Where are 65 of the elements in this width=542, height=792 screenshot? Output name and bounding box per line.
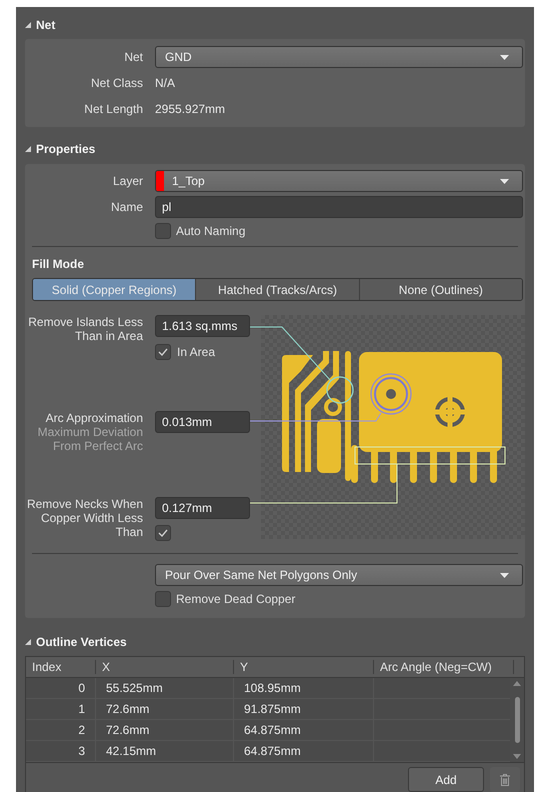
table-row[interactable]: 3 42.15mm 64.875mm <box>26 741 510 762</box>
table-cell: 108.95mm <box>234 678 374 698</box>
field-label: Remove Necks When Copper Width Less Than <box>26 497 143 539</box>
scrollbar-thumb[interactable] <box>514 697 520 743</box>
checkbox[interactable] <box>155 525 171 541</box>
field-label: Net <box>123 50 143 64</box>
layer-dropdown[interactable]: 1_Top <box>155 170 523 192</box>
checkmark-icon <box>158 348 168 356</box>
add-button[interactable]: Add <box>408 767 484 792</box>
checkbox-label: Remove Dead Copper <box>176 591 296 608</box>
field-label: Layer <box>112 174 143 188</box>
value-input[interactable]: 0.127mm <box>155 497 250 519</box>
checkbox[interactable] <box>155 591 171 607</box>
section-title: Outline Vertices <box>36 634 127 651</box>
checkbox-label: Auto Naming <box>176 223 246 240</box>
collapse-caret-icon[interactable] <box>25 639 31 645</box>
fill-mode-tab[interactable]: None (Outlines) <box>358 279 522 300</box>
table-cell: 42.15mm <box>96 741 234 761</box>
table-cell: 0 <box>26 678 96 698</box>
net-dropdown[interactable]: GND <box>155 46 523 68</box>
scroll-up-icon[interactable] <box>513 681 521 686</box>
table-cell: 55.525mm <box>96 678 234 698</box>
collapse-caret-icon[interactable] <box>25 146 31 152</box>
column-header[interactable]: Y <box>234 660 374 674</box>
value-input[interactable]: 1.613 sq.mms <box>155 315 250 337</box>
field-label: Remove Islands Less Than in Area <box>27 315 143 343</box>
field-hint: Maximum Deviation From Perfect Arc <box>36 425 143 453</box>
value-input[interactable]: 0.013mm <box>155 411 250 433</box>
table-row[interactable]: 0 55.525mm 108.95mm <box>26 678 510 699</box>
delete-button[interactable] <box>490 767 520 792</box>
fill-mode-title: Fill Mode <box>31 256 85 273</box>
table-cell: 2 <box>26 720 96 740</box>
trash-icon <box>500 774 510 786</box>
checkbox-label: In Area <box>177 344 216 361</box>
table-cell: 72.6mm <box>96 699 234 719</box>
table-cell: 1 <box>26 699 96 719</box>
table-cell: 64.875mm <box>234 741 374 761</box>
dropdown-arrow-icon <box>500 572 509 578</box>
fill-mode-tab[interactable]: Hatched (Tracks/Arcs) <box>195 279 359 300</box>
name-input[interactable]: pl <box>155 196 523 218</box>
field-value: N/A <box>155 75 176 92</box>
section-title: Net <box>36 17 56 34</box>
table-cell: 72.6mm <box>96 720 234 740</box>
field-label: Net Length <box>83 102 143 116</box>
checkbox[interactable] <box>155 223 171 239</box>
checkbox[interactable] <box>155 344 171 360</box>
table-cell: 64.875mm <box>234 720 374 740</box>
section-title: Properties <box>36 141 96 158</box>
collapse-caret-icon[interactable] <box>25 22 31 28</box>
field-value: 2955.927mm <box>155 101 226 118</box>
table-cell: 91.875mm <box>234 699 374 719</box>
table-cell: 3 <box>26 741 96 761</box>
pour-option-dropdown[interactable]: Pour Over Same Net Polygons Only <box>155 564 523 586</box>
field-label: Arc Approximation <box>44 411 143 425</box>
scroll-down-icon[interactable] <box>513 754 521 759</box>
column-header[interactable]: X <box>96 660 234 674</box>
table-row[interactable]: 1 72.6mm 91.875mm <box>26 699 510 720</box>
checkmark-icon <box>158 529 168 537</box>
column-header[interactable]: Arc Angle (Neg=CW) <box>374 660 514 674</box>
dropdown-arrow-icon <box>500 54 509 60</box>
table-row[interactable]: 2 72.6mm 64.875mm <box>26 720 510 741</box>
field-label: Name <box>110 200 143 214</box>
field-label: Net Class <box>90 76 143 90</box>
column-header[interactable]: Index <box>26 660 96 674</box>
dropdown-arrow-icon <box>500 178 509 184</box>
